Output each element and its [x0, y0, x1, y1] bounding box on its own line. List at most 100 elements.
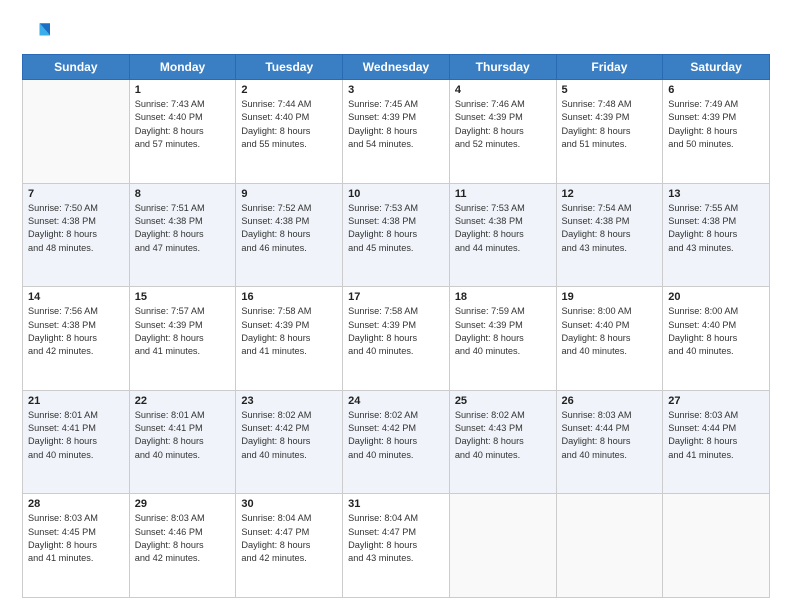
day-number: 2 [241, 84, 337, 96]
calendar-week-row: 1 Sunrise: 7:43 AMSunset: 4:40 PMDaylight… [23, 80, 770, 184]
day-number: 15 [135, 291, 231, 303]
calendar-cell: 7 Sunrise: 7:50 AMSunset: 4:38 PMDaylight… [23, 183, 130, 287]
day-number: 20 [668, 291, 764, 303]
calendar-day-header: Monday [129, 55, 236, 80]
calendar-cell: 16Sunrise: 7:58 AMSunset: 4:39 PMDayligh… [236, 287, 343, 391]
day-info: Sunrise: 7:45 AMSunset: 4:39 PMDaylight:… [348, 98, 444, 151]
header [22, 18, 770, 46]
day-info: Sunrise: 7:51 AMSunset: 4:38 PMDaylight:… [135, 202, 231, 255]
day-number: 5 [562, 84, 658, 96]
calendar-cell: 19 Sunrise: 8:00 AMSunset: 4:40 PMDayligh… [556, 287, 663, 391]
day-number: 3 [348, 84, 444, 96]
calendar-cell: 13 Sunrise: 7:55 AMSunset: 4:38 PMDayligh… [663, 183, 770, 287]
logo [22, 18, 54, 46]
day-number: 31 [348, 498, 444, 510]
calendar-cell: 9 Sunrise: 7:52 AMSunset: 4:38 PMDaylight… [236, 183, 343, 287]
day-info: Sunrise: 8:02 AMSunset: 4:42 PMDaylight:… [241, 409, 337, 462]
day-number: 22 [135, 395, 231, 407]
day-info: Sunrise: 8:03 AMSunset: 4:45 PMDaylight:… [28, 512, 124, 565]
day-info: Sunrise: 7:52 AMSunset: 4:38 PMDaylight:… [241, 202, 337, 255]
logo-icon [22, 18, 50, 46]
day-number: 21 [28, 395, 124, 407]
calendar-cell: 2 Sunrise: 7:44 AMSunset: 4:40 PMDaylight… [236, 80, 343, 184]
calendar-cell: 21 Sunrise: 8:01 AMSunset: 4:41 PMDayligh… [23, 390, 130, 494]
calendar-cell: 26 Sunrise: 8:03 AMSunset: 4:44 PMDayligh… [556, 390, 663, 494]
day-number: 7 [28, 188, 124, 200]
day-number: 26 [562, 395, 658, 407]
calendar-cell [23, 80, 130, 184]
calendar-header-row: SundayMondayTuesdayWednesdayThursdayFrid… [23, 55, 770, 80]
day-number: 27 [668, 395, 764, 407]
day-info: Sunrise: 7:57 AMSunset: 4:39 PMDaylight:… [135, 305, 231, 358]
day-info: Sunrise: 8:00 AMSunset: 4:40 PMDaylight:… [562, 305, 658, 358]
day-number: 29 [135, 498, 231, 510]
calendar-day-header: Wednesday [343, 55, 450, 80]
calendar-cell: 18Sunrise: 7:59 AMSunset: 4:39 PMDayligh… [449, 287, 556, 391]
calendar-week-row: 14 Sunrise: 7:56 AMSunset: 4:38 PMDayligh… [23, 287, 770, 391]
calendar-cell: 11 Sunrise: 7:53 AMSunset: 4:38 PMDayligh… [449, 183, 556, 287]
day-number: 23 [241, 395, 337, 407]
calendar-cell: 6 Sunrise: 7:49 AMSunset: 4:39 PMDaylight… [663, 80, 770, 184]
day-number: 12 [562, 188, 658, 200]
calendar-cell: 15 Sunrise: 7:57 AMSunset: 4:39 PMDayligh… [129, 287, 236, 391]
calendar-cell: 22Sunrise: 8:01 AMSunset: 4:41 PMDayligh… [129, 390, 236, 494]
day-info: Sunrise: 7:58 AMSunset: 4:39 PMDaylight:… [348, 305, 444, 358]
day-number: 24 [348, 395, 444, 407]
day-number: 8 [135, 188, 231, 200]
day-info: Sunrise: 8:03 AMSunset: 4:44 PMDaylight:… [668, 409, 764, 462]
day-info: Sunrise: 8:01 AMSunset: 4:41 PMDaylight:… [28, 409, 124, 462]
calendar-cell: 30Sunrise: 8:04 AMSunset: 4:47 PMDayligh… [236, 494, 343, 598]
day-info: Sunrise: 8:03 AMSunset: 4:44 PMDaylight:… [562, 409, 658, 462]
day-number: 25 [455, 395, 551, 407]
calendar-week-row: 7 Sunrise: 7:50 AMSunset: 4:38 PMDaylight… [23, 183, 770, 287]
day-info: Sunrise: 8:04 AMSunset: 4:47 PMDaylight:… [348, 512, 444, 565]
calendar-cell: 20Sunrise: 8:00 AMSunset: 4:40 PMDayligh… [663, 287, 770, 391]
day-number: 11 [455, 188, 551, 200]
day-info: Sunrise: 8:02 AMSunset: 4:42 PMDaylight:… [348, 409, 444, 462]
calendar-cell: 10Sunrise: 7:53 AMSunset: 4:38 PMDayligh… [343, 183, 450, 287]
day-number: 9 [241, 188, 337, 200]
day-info: Sunrise: 8:03 AMSunset: 4:46 PMDaylight:… [135, 512, 231, 565]
day-number: 1 [135, 84, 231, 96]
calendar-cell: 14 Sunrise: 7:56 AMSunset: 4:38 PMDayligh… [23, 287, 130, 391]
calendar-cell: 8 Sunrise: 7:51 AMSunset: 4:38 PMDaylight… [129, 183, 236, 287]
day-info: Sunrise: 7:53 AMSunset: 4:38 PMDaylight:… [455, 202, 551, 255]
day-number: 28 [28, 498, 124, 510]
calendar-cell: 4 Sunrise: 7:46 AMSunset: 4:39 PMDaylight… [449, 80, 556, 184]
calendar-cell: 28 Sunrise: 8:03 AMSunset: 4:45 PMDayligh… [23, 494, 130, 598]
day-number: 14 [28, 291, 124, 303]
calendar-cell: 29 Sunrise: 8:03 AMSunset: 4:46 PMDayligh… [129, 494, 236, 598]
calendar-week-row: 21 Sunrise: 8:01 AMSunset: 4:41 PMDayligh… [23, 390, 770, 494]
calendar-day-header: Thursday [449, 55, 556, 80]
day-number: 13 [668, 188, 764, 200]
calendar-cell [556, 494, 663, 598]
day-info: Sunrise: 7:56 AMSunset: 4:38 PMDaylight:… [28, 305, 124, 358]
day-info: Sunrise: 7:43 AMSunset: 4:40 PMDaylight:… [135, 98, 231, 151]
day-info: Sunrise: 7:58 AMSunset: 4:39 PMDaylight:… [241, 305, 337, 358]
calendar-cell: 31 Sunrise: 8:04 AMSunset: 4:47 PMDayligh… [343, 494, 450, 598]
calendar-day-header: Saturday [663, 55, 770, 80]
day-info: Sunrise: 8:02 AMSunset: 4:43 PMDaylight:… [455, 409, 551, 462]
calendar-cell: 17 Sunrise: 7:58 AMSunset: 4:39 PMDayligh… [343, 287, 450, 391]
day-info: Sunrise: 7:55 AMSunset: 4:38 PMDaylight:… [668, 202, 764, 255]
day-number: 17 [348, 291, 444, 303]
calendar-day-header: Friday [556, 55, 663, 80]
calendar-week-row: 28 Sunrise: 8:03 AMSunset: 4:45 PMDayligh… [23, 494, 770, 598]
day-number: 4 [455, 84, 551, 96]
day-info: Sunrise: 7:44 AMSunset: 4:40 PMDaylight:… [241, 98, 337, 151]
calendar-cell: 3 Sunrise: 7:45 AMSunset: 4:39 PMDaylight… [343, 80, 450, 184]
day-info: Sunrise: 7:50 AMSunset: 4:38 PMDaylight:… [28, 202, 124, 255]
page: SundayMondayTuesdayWednesdayThursdayFrid… [0, 0, 792, 612]
calendar-day-header: Sunday [23, 55, 130, 80]
day-number: 19 [562, 291, 658, 303]
calendar-cell: 24 Sunrise: 8:02 AMSunset: 4:42 PMDayligh… [343, 390, 450, 494]
calendar-cell: 25 Sunrise: 8:02 AMSunset: 4:43 PMDayligh… [449, 390, 556, 494]
day-info: Sunrise: 7:46 AMSunset: 4:39 PMDaylight:… [455, 98, 551, 151]
calendar-cell: 1 Sunrise: 7:43 AMSunset: 4:40 PMDaylight… [129, 80, 236, 184]
calendar-cell [663, 494, 770, 598]
calendar-cell: 23 Sunrise: 8:02 AMSunset: 4:42 PMDayligh… [236, 390, 343, 494]
day-info: Sunrise: 7:49 AMSunset: 4:39 PMDaylight:… [668, 98, 764, 151]
calendar-cell: 12Sunrise: 7:54 AMSunset: 4:38 PMDayligh… [556, 183, 663, 287]
day-info: Sunrise: 7:53 AMSunset: 4:38 PMDaylight:… [348, 202, 444, 255]
day-number: 6 [668, 84, 764, 96]
